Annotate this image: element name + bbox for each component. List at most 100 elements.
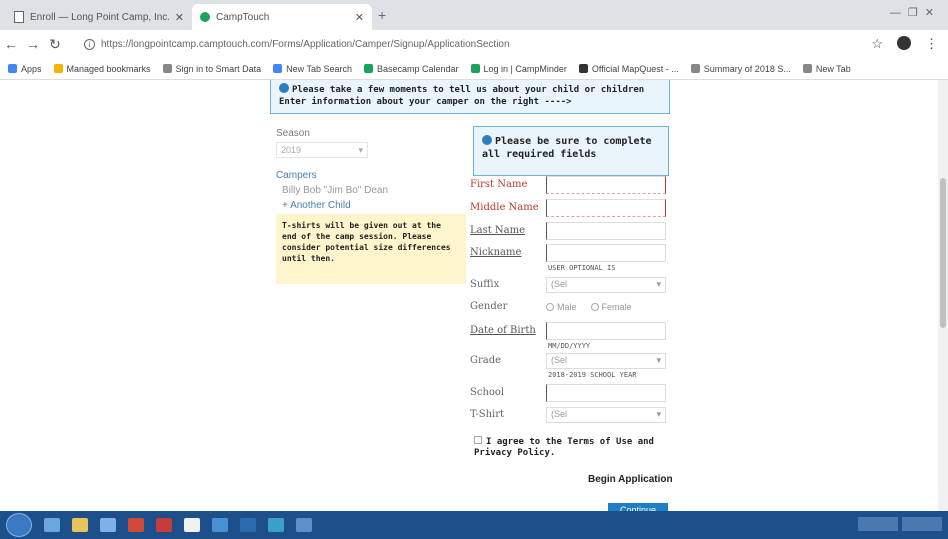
bookmark-label: Official MapQuest - ...	[591, 63, 679, 74]
dob-row: Date of Birth	[470, 322, 670, 342]
suffix-label: Suffix	[470, 279, 500, 290]
required-note-text: Please be sure to complete all required …	[482, 136, 652, 160]
nickname-row: Nickname	[470, 244, 670, 264]
terms-checkbox[interactable]	[474, 436, 482, 444]
bookmark-label: Log in | CampMinder	[483, 63, 567, 74]
tab-strip: Enroll — Long Point Camp, Inc. ✕ CampTou…	[0, 0, 948, 30]
bookmark-item[interactable]: Managed bookmarks	[53, 63, 151, 74]
ie-icon[interactable]	[44, 518, 60, 532]
bookmark-item[interactable]: Sign in to Smart Data	[162, 64, 261, 74]
chevron-down-icon: ▾	[656, 409, 661, 419]
app-icon[interactable]	[240, 518, 256, 532]
bookmark-item[interactable]: Apps	[8, 64, 42, 74]
bookmark-item[interactable]: Summary of 2018 S...	[690, 64, 791, 74]
dob-input[interactable]	[546, 322, 666, 340]
season-label: Season	[276, 128, 310, 139]
info-icon	[482, 135, 492, 145]
chevron-down-icon: ▾	[656, 279, 661, 289]
star-icon[interactable]: ☆	[871, 36, 883, 52]
tab-camptouch[interactable]: CampTouch ✕	[192, 4, 372, 30]
gender-male-label: Male	[557, 302, 577, 312]
dob-label: Date of Birth	[470, 325, 536, 336]
close-icon[interactable]: ✕	[175, 11, 184, 24]
camper-sidebar: Season 2019 ▾ Campers Billy Bob "Jim Bo"…	[276, 128, 466, 211]
bookmark-icon	[363, 64, 373, 73]
app-icon[interactable]	[268, 518, 284, 532]
chrome-icon[interactable]	[184, 518, 200, 532]
tshirt-value: (Sel	[551, 409, 568, 419]
last-name-input[interactable]	[546, 222, 666, 240]
gender-female-option[interactable]: Female	[590, 302, 632, 312]
intro-line-1: Please take a few moments to tell us abo…	[292, 85, 645, 95]
start-button[interactable]	[6, 513, 32, 537]
first-name-row: First Name	[470, 176, 670, 196]
radio-icon[interactable]	[546, 303, 554, 311]
app-icon[interactable]	[296, 518, 312, 532]
bookmark-icon	[802, 64, 812, 73]
nickname-input[interactable]	[546, 244, 666, 262]
add-child-link[interactable]: + Another Child	[276, 200, 466, 211]
menu-icon[interactable]: ⋮	[925, 36, 938, 52]
info-icon[interactable]: i	[84, 38, 95, 50]
gender-male-option[interactable]: Male	[546, 302, 577, 312]
scrollbar-thumb[interactable]	[940, 178, 946, 328]
folder-icon[interactable]	[72, 518, 88, 532]
address-bar[interactable]: i https://longpointcamp.camptouch.com/Fo…	[84, 34, 864, 54]
bookmark-icon	[273, 64, 283, 73]
radio-icon[interactable]	[590, 303, 599, 311]
app-icon[interactable]	[128, 518, 144, 532]
bookmark-icon	[162, 64, 172, 73]
grade-label: Grade	[470, 355, 502, 366]
first-name-label: First Name	[470, 179, 528, 190]
tray-clock[interactable]	[858, 517, 898, 531]
tab-title: Enroll — Long Point Camp, Inc.	[30, 11, 169, 23]
tshirt-note: T-shirts will be given out at the end of…	[276, 214, 466, 284]
new-tab-icon[interactable]: +	[378, 7, 386, 23]
last-name-row: Last Name	[470, 222, 670, 242]
middle-name-input[interactable]	[546, 199, 666, 217]
first-name-input[interactable]	[546, 176, 666, 194]
gender-row: Gender Male Female	[470, 298, 670, 318]
season-value: 2019	[281, 145, 302, 155]
tshirt-row: T-Shirt (Sel ▾	[470, 406, 670, 426]
terms-text[interactable]: I agree to the Terms of Use and Privacy …	[474, 437, 654, 458]
campers-heading: Campers	[276, 170, 317, 181]
season-select[interactable]: 2019 ▾	[276, 142, 368, 158]
required-fields-notice: Please be sure to complete all required …	[473, 126, 669, 176]
window-controls[interactable]: — ❐ ✕	[890, 6, 936, 19]
bookmark-label: Managed bookmarks	[66, 63, 151, 74]
url-text: https://longpointcamp.camptouch.com/Form…	[101, 38, 510, 50]
bookmark-item[interactable]: New Tab	[802, 63, 851, 74]
forward-icon[interactable]: →	[22, 36, 44, 52]
back-icon[interactable]: ←	[0, 36, 22, 52]
camptouch-icon	[200, 12, 210, 22]
school-input[interactable]	[546, 384, 666, 402]
bookmarks-bar: Apps Managed bookmarks Sign in to Smart Da…	[0, 58, 948, 80]
taskbar	[0, 511, 948, 539]
bookmark-item[interactable]: Basecamp Calendar	[363, 64, 459, 74]
suffix-select[interactable]: (Sel ▾	[546, 277, 666, 293]
suffix-value: (Sel	[551, 279, 568, 289]
close-icon[interactable]: ✕	[355, 11, 364, 24]
reload-icon[interactable]: ↻	[44, 36, 66, 53]
camper-item[interactable]: Billy Bob "Jim Bo" Dean	[276, 185, 466, 196]
last-name-label: Last Name	[470, 225, 526, 236]
tray-icons[interactable]	[902, 517, 942, 531]
intro-line-2: Enter information about your camper on t…	[279, 97, 572, 107]
bookmark-item[interactable]: New Tab Search	[273, 64, 352, 74]
grade-row: Grade (Sel ▾	[470, 352, 670, 372]
app-icon[interactable]	[212, 518, 228, 532]
bookmark-label: New Tab	[815, 63, 851, 74]
tab-enroll[interactable]: Enroll — Long Point Camp, Inc. ✕	[6, 4, 192, 30]
grade-select[interactable]: (Sel ▾	[546, 353, 666, 369]
nickname-hint: USER OPTIONAL IS	[548, 264, 616, 272]
gender-female-label: Female	[601, 302, 632, 312]
app-icon[interactable]	[156, 518, 172, 532]
bookmark-item[interactable]: Official MapQuest - ...	[578, 63, 679, 74]
begin-application-label: Begin Application	[588, 474, 673, 485]
tshirt-select[interactable]: (Sel ▾	[546, 407, 666, 423]
media-icon[interactable]	[100, 518, 116, 532]
grade-value: (Sel	[551, 355, 568, 365]
profile-icon[interactable]	[897, 36, 911, 50]
bookmark-item[interactable]: Log in | CampMinder	[470, 63, 567, 74]
